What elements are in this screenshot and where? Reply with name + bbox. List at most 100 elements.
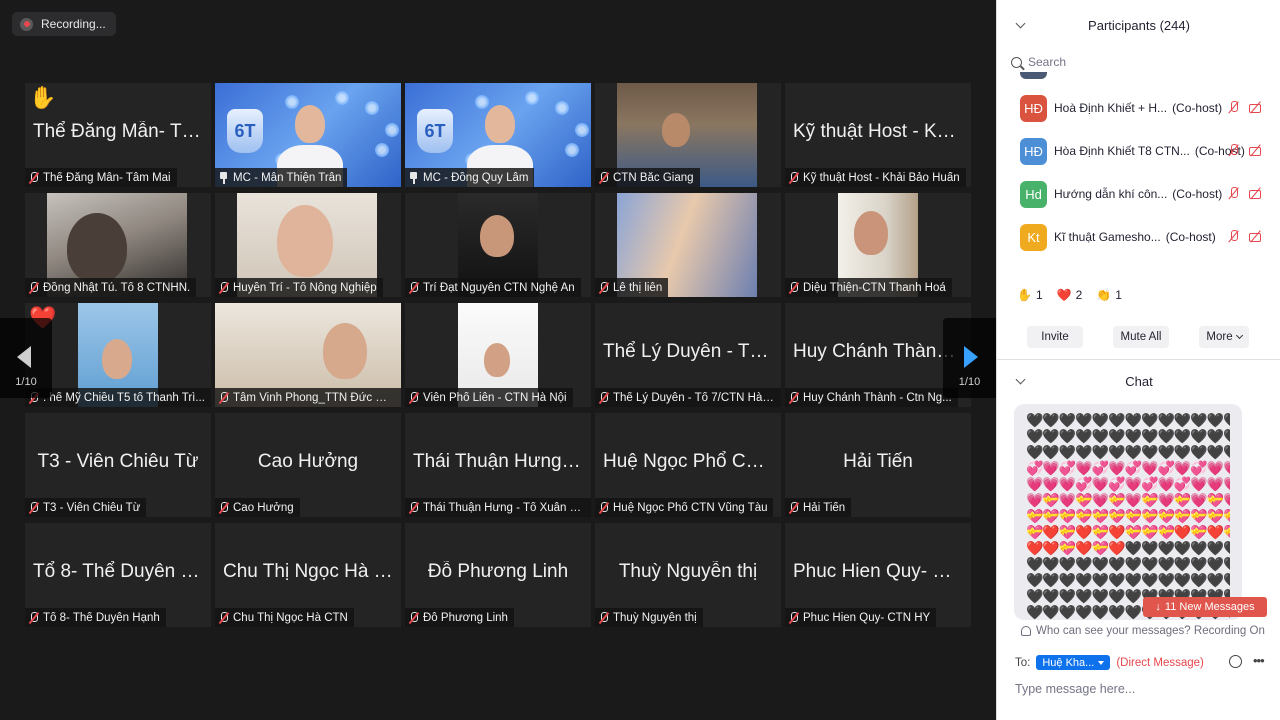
participant-face: [323, 323, 367, 379]
video-tile[interactable]: Lê thị liên: [595, 193, 781, 297]
next-page-button[interactable]: 1/10: [943, 318, 996, 398]
video-tile[interactable]: Cao Hưởng Cao Hưởng: [215, 413, 401, 517]
reaction-emoji-icon: 👏: [1096, 288, 1112, 302]
video-tile[interactable]: T3 - Viên Chiêu Từ T3 - Viên Chiêu Từ: [25, 413, 211, 517]
recording-label: Recording...: [41, 17, 106, 31]
virus-decoration: [335, 91, 349, 105]
video-tile[interactable]: Kỹ thuật Host - Khải... Kỹ thuật Host - K…: [785, 83, 971, 187]
privacy-note[interactable]: Who can see your messages? Recording On: [1021, 625, 1265, 637]
video-off-icon[interactable]: [1249, 144, 1263, 157]
chevron-down-icon[interactable]: [1015, 18, 1026, 29]
participants-title: Participants (244): [1088, 17, 1190, 33]
video-off-icon[interactable]: [1249, 230, 1263, 243]
tile-display-name: Tổ 8- Thể Duyên H...: [33, 561, 211, 582]
video-tile[interactable]: Thái Thuận Hưng -... Thái Thuận Hưng - Tổ…: [405, 413, 591, 517]
mic-muted-icon[interactable]: [1227, 187, 1241, 200]
emoji-row: 💗💝💗💝💗💝💗💝💗💝💗💝💗💝💗: [1026, 492, 1230, 508]
emoji-row: 🖤🖤🖤🖤🖤🖤🖤🖤🖤🖤🖤🖤🖤🖤🖤: [1026, 572, 1230, 588]
video-tile[interactable]: Thuỳ Nguyễn thị Thuỳ Nguyễn thị: [595, 523, 781, 627]
participant-search[interactable]: [1005, 52, 1267, 72]
more-label: More: [1206, 331, 1233, 343]
mic-muted-icon[interactable]: [1227, 144, 1241, 157]
more-options-icon[interactable]: •••: [1253, 653, 1265, 668]
pin-icon: [219, 171, 229, 184]
video-tile[interactable]: Trí Đạt Nguyên CTN Nghệ An: [405, 193, 591, 297]
video-tile[interactable]: Huyền Trí - Tổ Nông Nghiệp: [215, 193, 401, 297]
recipient-select[interactable]: Huệ Kha...: [1036, 655, 1111, 670]
chat-header[interactable]: Chat: [997, 368, 1280, 394]
reaction-count: ❤️ 2: [1057, 288, 1083, 302]
participant-role: (Co-host): [1172, 187, 1223, 201]
virus-decoration: [555, 101, 569, 115]
emoji-row: 🖤🖤🖤🖤🖤🖤🖤🖤🖤🖤🖤🖤🖤🖤🖤🖤🖤🖤💞💞: [1026, 444, 1230, 460]
new-messages-button[interactable]: ↓ 11 New Messages: [1143, 597, 1267, 617]
reaction-number: 1: [1035, 288, 1043, 302]
participant-row[interactable]: Hd Hướng dẫn khí côn... (Co-host): [1005, 173, 1271, 215]
invite-button[interactable]: Invite: [1027, 326, 1083, 348]
tile-name-label: Hải Tiến: [785, 498, 852, 517]
mic-muted-icon: [789, 501, 799, 514]
participant-row[interactable]: HĐ Hoà Định Khiết + H... (Co-host): [1005, 87, 1271, 129]
video-tile[interactable]: 6T MC - Đồng Quy Lâm: [405, 83, 591, 187]
tile-display-name: Kỹ thuật Host - Khải...: [793, 121, 971, 142]
mic-muted-icon[interactable]: [1227, 230, 1241, 243]
emoji-icon[interactable]: [1229, 655, 1242, 668]
participant-row[interactable]: TĐThể Đăng Mẫn - Tâm Mai✋: [1005, 72, 1271, 86]
participant-name: Thái Thuận Hưng - Tổ Xuân M...: [423, 501, 585, 514]
mic-muted-icon: [789, 281, 799, 294]
participant-row[interactable]: Kt Kĩ thuật Gamesho... (Co-host): [1005, 216, 1271, 258]
pin-icon: [409, 171, 419, 184]
previous-page-button[interactable]: 1/10: [0, 318, 52, 398]
video-tile[interactable]: Tổ 8- Thể Duyên H... Tổ 8- Thể Duyên Hạnh: [25, 523, 211, 627]
new-messages-label: 11 New Messages: [1164, 601, 1255, 613]
tile-name-label: Lê thị liên: [595, 278, 669, 297]
video-tile[interactable]: Thể Đăng Mẫn- Tâ... ✋ Thể Đăng Mẫn- Tâm Ma…: [25, 83, 211, 187]
video-tile[interactable]: Đồng Nhật Tú. Tổ 8 CTNHN.: [25, 193, 211, 297]
avatar: HĐ: [1020, 94, 1047, 122]
participant-name: Phuc Hien Quy- CTN HY: [803, 611, 931, 624]
video-tile[interactable]: ❤️. hể Mỹ Chiều T5 tổ Thanh Trì...: [25, 303, 211, 407]
more-button[interactable]: More: [1199, 326, 1249, 348]
tile-name-label: Diệu Thiện-CTN Thanh Hoá: [785, 278, 952, 297]
video-tile[interactable]: Hải Tiến Hải Tiến: [785, 413, 971, 517]
virus-decoration: [365, 101, 379, 115]
participants-header[interactable]: Participants (244): [997, 12, 1280, 38]
reaction-count: 👏 1: [1096, 288, 1122, 302]
video-tile[interactable]: Viên Phổ Liên - CTN Hà Nội: [405, 303, 591, 407]
emoji-row: ❤️❤️💝❤️💝❤️🖤🖤🖤🖤🖤🖤🖤🖤🖤: [1026, 540, 1230, 556]
side-panel: Participants (244) TĐThể Đăng Mẫn - Tâm …: [996, 0, 1280, 720]
participant-row[interactable]: HĐ Hòa Định Khiết T8 CTN... (Co-host): [1005, 130, 1271, 172]
mic-muted-icon: [219, 611, 229, 624]
message-input[interactable]: [1015, 680, 1265, 698]
video-tile[interactable]: Chu Thị Ngọc Hà C... Chu Thị Ngọc Hà CTN: [215, 523, 401, 627]
participant-name: Kĩ thuật Gamesho...: [1054, 230, 1161, 244]
video-tile[interactable]: Diệu Thiện-CTN Thanh Hoá: [785, 193, 971, 297]
zoom-meeting-window: Recording... Thể Đăng Mẫn- Tâ... ✋ Thể Đăn…: [0, 0, 1280, 720]
video-tile[interactable]: Thể Lý Duyên - Tổ 7... Thể Lý Duyên - Tổ …: [595, 303, 781, 407]
participant-list[interactable]: TĐThể Đăng Mẫn - Tâm Mai✋ HĐ Hoà Định Khiế…: [1005, 72, 1271, 282]
chevron-down-icon[interactable]: [1015, 374, 1026, 385]
emoji-row: 🖤🖤🖤🖤🖤🖤🖤🖤🖤🖤🖤🖤🖤🖤🖤🖤🖤🖤🖤🖤🖤🖤: [1026, 412, 1230, 428]
virus-decoration: [385, 123, 399, 137]
search-input[interactable]: [1028, 55, 1248, 69]
video-tile[interactable]: Đỗ Phương Linh Đỗ Phương Linh: [405, 523, 591, 627]
tile-display-name: Hải Tiến: [843, 451, 913, 472]
raised-hand-icon: ✋: [29, 85, 57, 110]
video-tile[interactable]: Phuc Hien Quy- CT... Phuc Hien Quy- CTN H…: [785, 523, 971, 627]
video-tile[interactable]: Tâm Vinh Phong_TTN Đức Nga: [215, 303, 401, 407]
mic-muted-icon: [789, 391, 799, 404]
video-tile[interactable]: 6T MC - Mẫn Thiện Trân: [215, 83, 401, 187]
video-off-icon[interactable]: [1249, 101, 1263, 114]
recording-indicator[interactable]: Recording...: [12, 12, 116, 36]
participant-name: T3 - Viên Chiêu Từ: [43, 501, 141, 514]
reaction-emoji-icon: ❤️: [1056, 288, 1072, 302]
video-tile[interactable]: Huệ Ngọc Phổ CTN... Huệ Ngọc Phổ CTN Vũng…: [595, 413, 781, 517]
video-tile[interactable]: CTN Bắc Giang: [595, 83, 781, 187]
mic-muted-icon: [409, 501, 419, 514]
tile-name-label: Tổ 8- Thể Duyên Hạnh: [25, 608, 166, 627]
mic-muted-icon[interactable]: [1227, 101, 1241, 114]
participant-name: Huệ Ngọc Phổ CTN Vũng Tàu: [613, 501, 768, 514]
video-off-icon[interactable]: [1249, 187, 1263, 200]
mute-all-label: Mute All: [1120, 331, 1162, 343]
mute-all-button[interactable]: Mute All: [1113, 326, 1169, 348]
